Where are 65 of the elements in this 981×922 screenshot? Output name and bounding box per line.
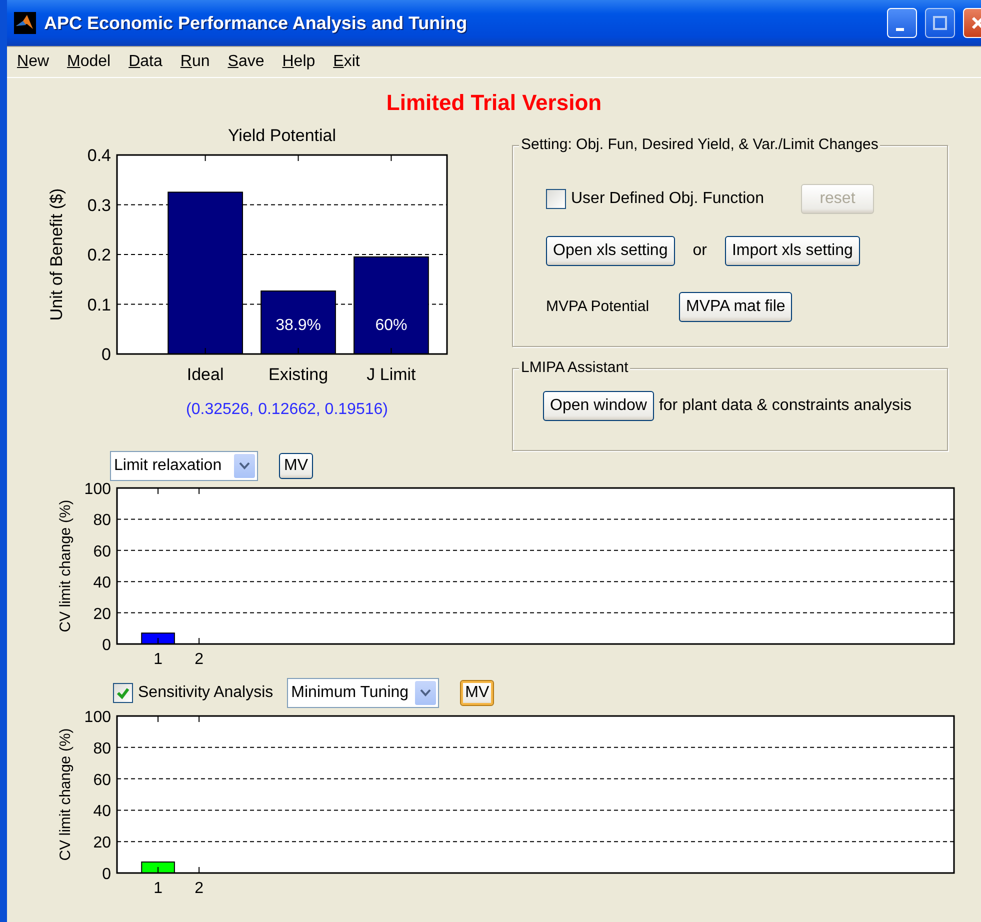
menu-item[interactable]: Model — [65, 50, 113, 74]
menu-item[interactable]: Exit — [331, 50, 362, 74]
axis-title: Unit of Benefit ($) — [47, 188, 66, 321]
axis-tick-label: 60 — [93, 772, 111, 789]
minimize-button[interactable] — [887, 8, 917, 38]
menu-item[interactable]: New — [15, 50, 52, 74]
or-text: or — [692, 241, 707, 261]
category-label: Existing — [268, 365, 328, 384]
yield-values-caption: (0.32526, 0.12662, 0.19516) — [186, 401, 388, 418]
maximize-button[interactable] — [925, 8, 955, 38]
axis-tick-label: 40 — [93, 574, 111, 592]
close-icon — [971, 16, 981, 30]
axis-tick-label: 20 — [93, 606, 111, 623]
checkmark-icon — [116, 686, 130, 700]
mode-dropdown[interactable]: Minimum Tuning — [287, 678, 440, 708]
minimize-icon — [896, 28, 904, 30]
axis-tick-label: 1 — [154, 880, 162, 897]
category-label: Ideal — [186, 365, 224, 384]
mv-button[interactable]: MV — [279, 453, 313, 479]
open-window-button[interactable]: Open window — [543, 390, 654, 421]
bar-value-label: 38.9% — [276, 317, 321, 334]
mvpa-label: MVPA Potential — [546, 296, 650, 317]
mv-button[interactable]: MV — [460, 680, 494, 706]
caret-icon — [420, 689, 432, 697]
group-title: Setting: Obj. Fun, Desired Yield, & Var./Limit Changes — [519, 136, 880, 154]
import-setting-button[interactable]: Import xls setting — [724, 236, 860, 266]
axis-tick-label: 2 — [194, 880, 204, 897]
axis-tick-label: 40 — [93, 803, 111, 820]
axis-tick-label: 20 — [93, 834, 111, 852]
menu-item[interactable]: Data — [126, 50, 164, 74]
axis-tick-label: 100 — [84, 709, 111, 726]
open-setting-button[interactable]: Open xls setting — [546, 236, 675, 266]
menu-item[interactable]: Run — [178, 50, 212, 74]
maximize-icon — [933, 16, 947, 30]
axis-tick-label: 0 — [102, 345, 111, 364]
axis-tick-label: 0.1 — [87, 295, 111, 314]
mvpa-file-button[interactable]: MVPA mat file — [679, 292, 792, 322]
caret-icon — [239, 462, 250, 470]
menu-item[interactable]: Help — [280, 50, 318, 74]
menu-item[interactable]: Save — [226, 50, 266, 74]
axis-title: CV limit change (%) — [57, 500, 74, 632]
axis-tick-label: 0 — [102, 637, 111, 654]
bar-value-label: 60% — [375, 317, 408, 334]
axis-tick-label: 100 — [84, 481, 111, 498]
axis-tick-label: 0.4 — [87, 146, 111, 165]
axis-tick-label: 0.3 — [87, 196, 111, 215]
checkbox-label: Sensitivity Analysis — [138, 683, 274, 703]
axis-tick-label: 2 — [194, 651, 204, 668]
axis-tick-label: 60 — [93, 543, 111, 560]
axis-tick-label: 1 — [154, 651, 162, 668]
axis-tick-label: 80 — [93, 512, 111, 530]
checkbox-label: User Defined Obj. Function — [571, 189, 765, 209]
checkbox[interactable] — [113, 683, 133, 703]
axis-tick-label: 0.2 — [87, 246, 111, 264]
axis-tick-label: 0 — [102, 866, 111, 883]
chart-title: Yield Potential — [228, 126, 336, 145]
mode-dropdown[interactable]: Limit relaxation — [110, 451, 258, 481]
assistant-description: for plant data & constraints analysis — [658, 396, 912, 416]
trial-version-title: Limited Trial Version — [386, 90, 602, 115]
axis-title: CV limit change (%) — [57, 728, 74, 861]
category-label: J Limit — [366, 365, 416, 384]
app-logo-icon — [14, 12, 36, 34]
axis-tick-label: 80 — [93, 740, 111, 758]
checkbox[interactable] — [546, 189, 566, 209]
window-title: APC Economic Performance Analysis and Tuning — [44, 12, 468, 35]
